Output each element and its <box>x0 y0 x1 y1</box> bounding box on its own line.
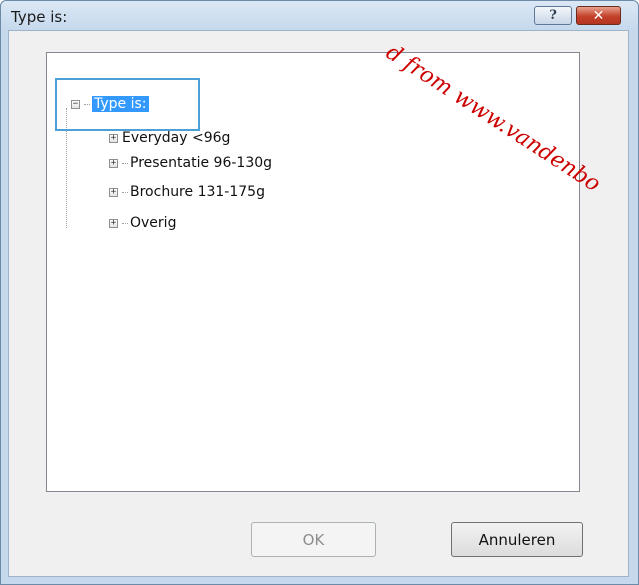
tree-connector <box>122 191 128 193</box>
tree-item-label: Everyday <96g <box>122 130 231 146</box>
help-button[interactable]: ? <box>534 6 572 25</box>
title-bar[interactable]: Type is: ? ✕ <box>1 1 638 31</box>
window-title: Type is: <box>11 8 68 26</box>
cancel-button[interactable]: Annuleren <box>451 522 583 557</box>
close-icon: ✕ <box>592 7 605 24</box>
tree-item-label: Brochure 131-175g <box>130 184 265 200</box>
expand-icon[interactable]: + <box>109 133 118 143</box>
expand-icon[interactable]: + <box>109 187 118 197</box>
tree-connector <box>122 162 128 164</box>
tree-item-label: Presentatie 96-130g <box>130 155 273 171</box>
help-icon: ? <box>549 8 557 23</box>
expand-icon[interactable]: + <box>109 218 118 228</box>
tree-connector <box>122 222 128 224</box>
tree-item-brochure[interactable]: + Brochure 131-175g <box>109 182 265 202</box>
focus-highlight-frame <box>55 78 200 131</box>
tree-item-everyday[interactable]: + Everyday <96g <box>109 128 230 148</box>
tree-item-overig[interactable]: + Overig <box>109 213 176 233</box>
expand-icon[interactable]: + <box>109 158 118 168</box>
close-button[interactable]: ✕ <box>576 6 621 25</box>
ok-button[interactable]: OK <box>251 522 376 557</box>
tree-item-presentatie[interactable]: + Presentatie 96-130g <box>109 153 272 173</box>
tree-item-label: Overig <box>130 215 177 231</box>
